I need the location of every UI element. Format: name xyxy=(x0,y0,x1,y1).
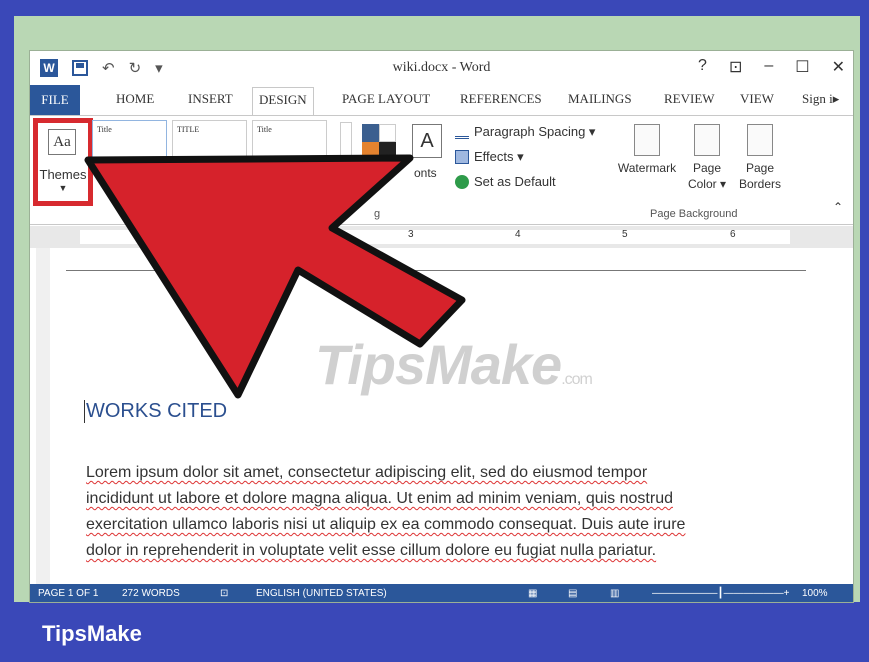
language-indicator[interactable]: ENGLISH (UNITED STATES) xyxy=(256,588,387,599)
checkmark-icon xyxy=(455,174,469,189)
ruler-mark: 5 xyxy=(622,229,628,240)
group-label-page-background: Page Background xyxy=(650,208,738,220)
window-controls: ? ⊡ – ☐ ✕ xyxy=(698,57,845,77)
fonts-label[interactable]: onts xyxy=(414,166,437,180)
word-count[interactable]: 272 WORDS xyxy=(122,588,180,599)
colors-icon[interactable] xyxy=(362,124,396,158)
ruler-track xyxy=(80,230,790,244)
page-color-button[interactable]: Page Color ▾ xyxy=(684,124,730,192)
title-bar: W ↶ ↻ ▾ wiki.docx - Word ? ⊡ – ☐ ✕ xyxy=(30,51,853,85)
chevron-down-icon: ▼ xyxy=(58,183,68,193)
ruler-mark: 6 xyxy=(730,229,736,240)
ruler-mark: 3 xyxy=(408,229,414,240)
gallery-scroll[interactable] xyxy=(340,122,352,172)
tab-page-layout[interactable]: PAGE LAYOUT xyxy=(342,91,430,107)
paragraph-spacing-icon xyxy=(455,125,469,139)
status-bar: PAGE 1 OF 1 272 WORDS ⊡ ENGLISH (UNITED … xyxy=(30,584,853,602)
help-icon[interactable]: ? xyxy=(698,57,707,77)
tab-insert[interactable]: INSERT xyxy=(188,91,233,107)
style-gallery-item[interactable]: Title xyxy=(92,120,167,170)
horizontal-ruler[interactable]: 3 4 5 6 xyxy=(30,226,853,248)
body-line: Lorem ipsum dolor sit amet, consectetur … xyxy=(86,464,648,481)
style-gallery-item[interactable]: TITLE xyxy=(172,120,247,170)
group-label-document-formatting: g xyxy=(374,208,381,220)
close-button[interactable]: ✕ xyxy=(832,57,845,77)
style-gallery-item[interactable]: Title xyxy=(252,120,327,170)
themes-icon: Aa xyxy=(48,129,76,155)
zoom-level[interactable]: 100% xyxy=(802,588,828,599)
minimize-button[interactable]: – xyxy=(764,57,773,77)
watermark-icon xyxy=(634,124,660,156)
themes-button[interactable]: Aa Themes ▼ xyxy=(33,118,93,206)
page-borders-icon xyxy=(747,124,773,156)
page-color-icon xyxy=(694,124,720,156)
word-window: W ↶ ↻ ▾ wiki.docx - Word ? ⊡ – ☐ ✕ FILE … xyxy=(29,50,854,603)
vertical-ruler[interactable] xyxy=(36,248,50,584)
body-line: dolor in reprehenderit in voluptate veli… xyxy=(86,542,657,559)
web-layout-icon[interactable]: ▥ xyxy=(610,588,619,599)
print-layout-icon[interactable]: ▤ xyxy=(568,588,577,599)
body-line: exercitation ullamco laboris nisi ut ali… xyxy=(86,516,686,533)
page-count[interactable]: PAGE 1 OF 1 xyxy=(38,588,98,599)
tab-review[interactable]: REVIEW xyxy=(664,91,715,107)
set-as-default-button[interactable]: Set as Default xyxy=(455,174,556,189)
collapse-ribbon-icon[interactable]: ⌃ xyxy=(833,200,843,214)
watermark-overlay: TipsMake.com xyxy=(315,333,593,396)
paragraph-spacing-button[interactable]: Paragraph Spacing ▾ xyxy=(455,124,595,140)
tab-file[interactable]: FILE xyxy=(30,85,80,115)
effects-icon xyxy=(455,150,469,164)
ribbon-tabs: FILE HOME INSERT DESIGN PAGE LAYOUT REFE… xyxy=(30,85,853,115)
themes-label: Themes xyxy=(39,167,87,182)
tab-sign-in[interactable]: Sign i▸ xyxy=(802,91,839,107)
page-borders-button[interactable]: Page Borders xyxy=(736,124,784,192)
body-line: incididunt ut labore et dolore magna ali… xyxy=(86,490,673,507)
ribbon-display-icon[interactable]: ⊡ xyxy=(729,57,742,77)
fonts-icon[interactable]: A xyxy=(412,124,442,158)
document-body[interactable]: Lorem ipsum dolor sit amet, consectetur … xyxy=(86,460,776,564)
ruler-mark: 4 xyxy=(515,229,521,240)
effects-button[interactable]: Effects ▾ xyxy=(455,149,524,165)
header-separator xyxy=(66,270,806,271)
proofing-icon[interactable]: ⊡ xyxy=(220,588,228,599)
tab-design[interactable]: DESIGN xyxy=(252,87,314,115)
document-heading[interactable]: WORKS CITED xyxy=(84,400,227,423)
tab-references[interactable]: REFERENCES xyxy=(460,91,542,107)
tab-home[interactable]: HOME xyxy=(116,91,154,107)
tab-mailings[interactable]: MAILINGS xyxy=(568,91,632,107)
read-mode-icon[interactable]: ▦ xyxy=(528,588,537,599)
tab-view[interactable]: VIEW xyxy=(740,91,774,107)
watermark-button[interactable]: Watermark xyxy=(615,124,679,176)
footer-brand: TipsMake xyxy=(42,621,142,646)
zoom-slider[interactable]: –——————┃——————+ xyxy=(652,588,789,599)
maximize-button[interactable]: ☐ xyxy=(795,57,809,77)
ribbon: Aa Themes ▼ Title TITLE Title A onts g P… xyxy=(30,115,853,225)
document-area[interactable]: TipsMake.com WORKS CITED Lorem ipsum dol… xyxy=(30,248,853,584)
